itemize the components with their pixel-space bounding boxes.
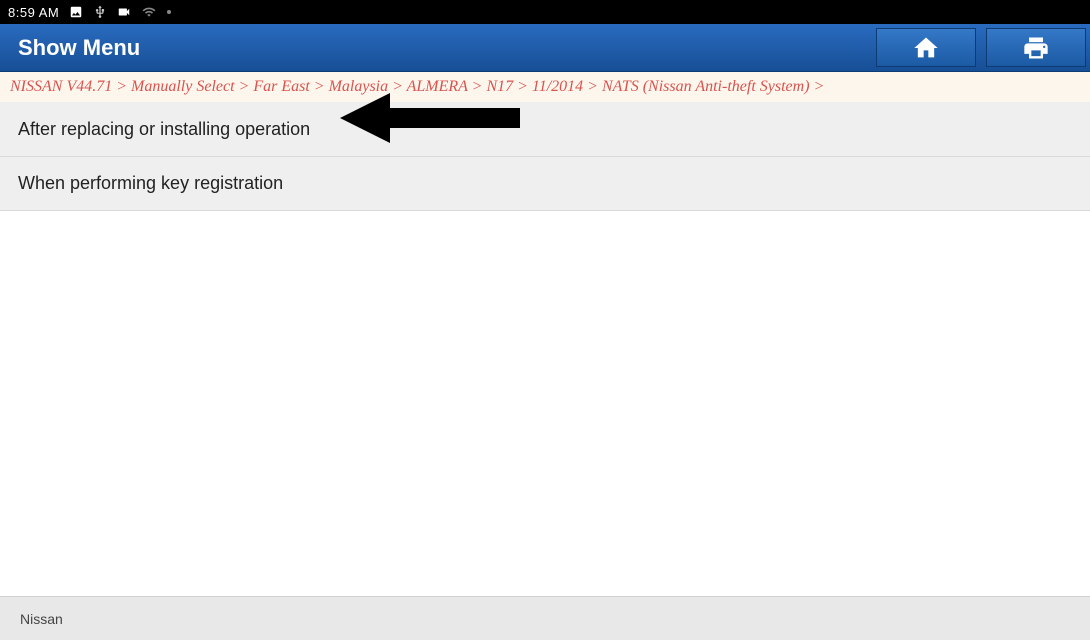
wifi-icon — [141, 5, 157, 19]
title-bar-actions — [876, 24, 1090, 71]
usb-icon — [93, 5, 107, 19]
print-button[interactable] — [986, 28, 1086, 67]
footer-bar: Nissan — [0, 596, 1090, 640]
printer-icon — [1022, 34, 1050, 62]
menu-item-key-registration[interactable]: When performing key registration — [0, 157, 1090, 211]
menu-item-after-replacing[interactable]: After replacing or installing operation — [0, 103, 1090, 157]
app-title-bar: Show Menu — [0, 24, 1090, 72]
menu-list: After replacing or installing operation … — [0, 103, 1090, 211]
home-button[interactable] — [876, 28, 976, 67]
menu-item-label: When performing key registration — [18, 173, 283, 193]
page-title: Show Menu — [18, 35, 140, 61]
home-icon — [912, 34, 940, 62]
breadcrumb: NISSAN V44.71 > Manually Select > Far Ea… — [0, 72, 1090, 103]
menu-item-label: After replacing or installing operation — [18, 119, 310, 139]
android-status-bar: 8:59 AM — [0, 0, 1090, 24]
footer-brand: Nissan — [20, 611, 63, 627]
status-icons — [69, 5, 171, 19]
video-icon — [117, 5, 131, 19]
picture-icon — [69, 5, 83, 19]
clock-time: 8:59 AM — [8, 5, 59, 20]
dot-icon — [167, 10, 171, 14]
